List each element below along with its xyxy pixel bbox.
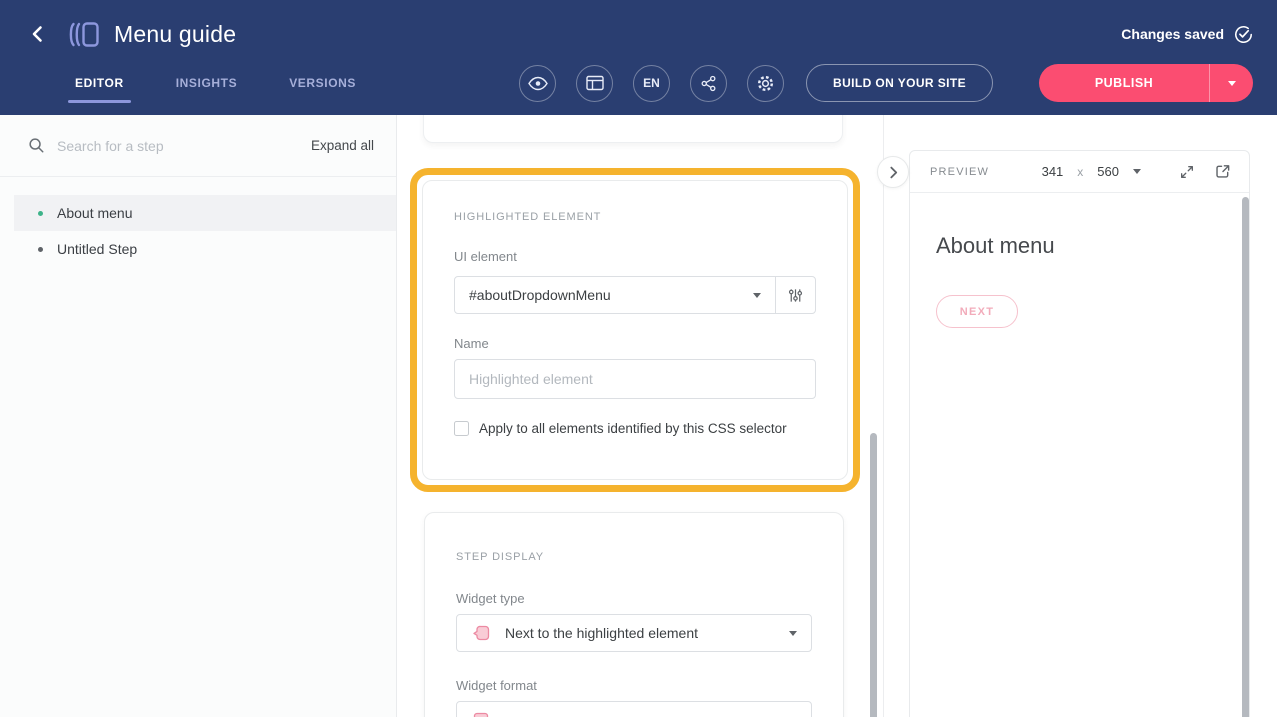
tab-insights[interactable]: INSIGHTS [176,64,237,102]
share-icon [700,75,717,92]
preview-eye-button[interactable] [519,65,556,102]
preview-width-value: 341 [1042,164,1064,179]
collapse-preview-button[interactable] [877,156,909,188]
highlighted-element-card: HIGHLIGHTED ELEMENT UI element #aboutDro… [422,180,848,480]
step-item-label: About menu [57,205,133,221]
checkbox-unchecked-icon[interactable] [454,421,469,436]
expand-all-link[interactable]: Expand all [311,138,374,153]
next-button[interactable]: NEXT [936,295,1018,328]
preview-size-dropdown[interactable]: 341 x 560 [1042,164,1141,179]
widget-type-label: Widget type [456,591,812,606]
chevron-right-icon [887,166,900,179]
step-display-card: STEP DISPLAY Widget type Next to the hig… [424,512,844,717]
save-status: Changes saved [1121,25,1253,44]
navbar-title-row: Menu guide Changes saved [0,0,1277,60]
settings-button[interactable] [747,65,784,102]
layout-button[interactable] [576,65,613,102]
section-title: STEP DISPLAY [456,551,812,563]
step-status-dot [38,247,43,252]
widget-type-value: Next to the highlighted element [505,625,698,641]
expand-icon[interactable] [1179,164,1195,180]
preview-card: PREVIEW 341 x 560 About menu NEXT [909,150,1250,717]
chevron-down-icon [1133,169,1141,174]
chevron-down-icon [753,293,761,298]
preview-panel: PREVIEW 341 x 560 About menu NEXT [884,115,1277,717]
language-badge: EN [643,76,660,90]
language-button[interactable]: EN [633,65,670,102]
tooltip-bubble-icon [471,623,491,643]
preview-body: About menu NEXT [910,193,1249,328]
preview-scrollbar[interactable] [1242,197,1249,717]
publish-dropdown-toggle[interactable] [1209,64,1253,102]
name-input[interactable] [454,359,816,399]
apply-all-checkbox-label: Apply to all elements identified by this… [479,421,787,436]
step-search-row: Expand all [0,115,396,177]
external-link-icon[interactable] [1214,163,1231,180]
ui-element-select[interactable]: #aboutDropdownMenu [455,277,775,313]
steps-sidebar: Expand all About menu Untitled Step [0,115,397,717]
highlighted-element-card-highlight: HIGHLIGHTED ELEMENT UI element #aboutDro… [410,168,860,492]
dimension-separator: x [1073,165,1087,179]
preview-title: PREVIEW [930,166,989,178]
publish-button[interactable]: PUBLISH [1039,76,1209,90]
step-settings-panel: HIGHLIGHTED ELEMENT UI element #aboutDro… [397,115,884,717]
eye-icon [528,76,548,91]
chevron-down-icon [1228,81,1236,86]
check-circle-icon [1234,25,1253,44]
gear-icon [756,74,775,93]
name-label: Name [454,336,816,351]
apply-all-checkbox-row[interactable]: Apply to all elements identified by this… [454,421,816,436]
ui-element-value: #aboutDropdownMenu [469,287,611,303]
tab-editor[interactable]: EDITOR [75,64,124,102]
widget-type-select[interactable]: Next to the highlighted element [456,614,812,652]
share-button[interactable] [690,65,727,102]
widget-format-select[interactable] [456,701,812,717]
editor-tabs: EDITOR INSIGHTS VERSIONS [75,64,356,102]
sliders-icon [787,287,804,304]
ui-element-label: UI element [454,249,816,264]
guide-logo-icon [66,21,100,48]
preview-step-title: About menu [936,233,1249,259]
step-item-about-menu[interactable]: About menu [14,195,396,231]
navbar-toolbar-row: EDITOR INSIGHTS VERSIONS EN [0,64,1277,102]
step-item-label: Untitled Step [57,241,137,257]
step-item-untitled-step[interactable]: Untitled Step [14,231,396,267]
ui-element-select-group: #aboutDropdownMenu [454,276,816,314]
section-title: HIGHLIGHTED ELEMENT [454,211,816,223]
widget-format-icon [471,710,491,717]
navbar-actions: EN BUILD ON YOUR SITE PUBLISH [519,64,1253,102]
widget-format-label: Widget format [456,678,812,693]
tab-versions[interactable]: VERSIONS [289,64,356,102]
top-navbar: Menu guide Changes saved EDITOR INSIGHTS… [0,0,1277,115]
step-list: About menu Untitled Step [0,177,396,267]
ui-element-settings-button[interactable] [775,277,815,313]
search-icon [28,137,45,154]
chevron-left-icon [29,25,47,43]
layout-icon [586,75,604,91]
editor-scrollbar[interactable] [870,433,877,717]
page-title: Menu guide [114,21,236,48]
search-input[interactable] [57,138,311,154]
back-button[interactable] [26,22,50,46]
chevron-down-icon [789,631,797,636]
step-status-dot [38,211,43,216]
preview-header: PREVIEW 341 x 560 [910,151,1249,193]
save-status-label: Changes saved [1121,26,1224,42]
preview-header-actions [1179,163,1231,180]
preview-height-value: 560 [1097,164,1119,179]
previous-settings-card-partial [423,115,843,143]
build-on-your-site-button[interactable]: BUILD ON YOUR SITE [806,64,993,102]
publish-split-button: PUBLISH [1039,64,1253,102]
